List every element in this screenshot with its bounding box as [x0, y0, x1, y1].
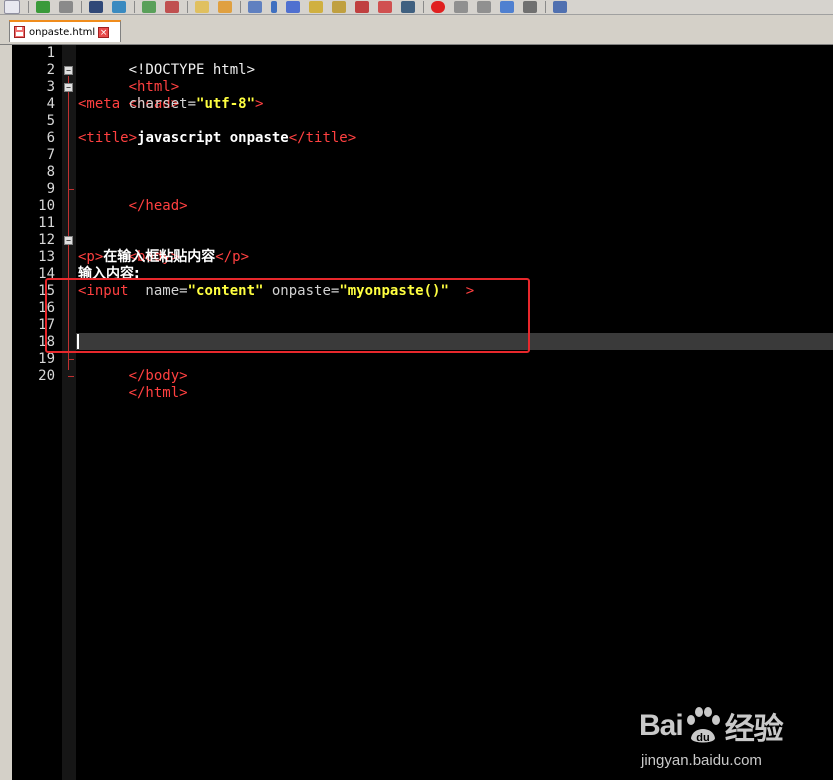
code-line-3: <head> [78, 79, 180, 112]
monitoring-icon[interactable] [401, 1, 415, 13]
line-number: 5 [46, 113, 55, 129]
meta-tag-close: > [255, 96, 264, 112]
line-number: 20 [38, 368, 55, 384]
tab-onpaste-html[interactable]: onpaste.html × [9, 20, 121, 42]
play-macro-icon[interactable] [477, 1, 491, 13]
watermark-brand-right: 经验 [724, 713, 784, 746]
code-line-4: <meta charset="utf-8"> [78, 96, 263, 113]
zoom-in-icon[interactable] [142, 1, 156, 13]
toolbar-separator [28, 1, 29, 13]
fold-body-icon[interactable]: − [64, 236, 73, 245]
record-macro-icon[interactable] [431, 1, 445, 13]
toolbar [0, 0, 833, 15]
code-line-13: <p>在输入框粘贴内容</p> [78, 249, 249, 266]
title-close-tag: </title> [288, 130, 357, 146]
line-number: 4 [46, 96, 55, 112]
tab-bar: onpaste.html × [0, 15, 833, 45]
code-line-6: <title>javascript onpaste</title> [78, 130, 356, 147]
svg-text:du: du [696, 732, 709, 744]
line-number: 10 [38, 198, 55, 214]
p-close-tag: </p> [215, 249, 250, 265]
word-wrap-icon[interactable] [248, 1, 262, 13]
line-number: 2 [46, 62, 55, 78]
tab-close-icon[interactable]: × [98, 26, 110, 38]
title-open-tag: <title> [78, 130, 138, 146]
sync-vertical-icon[interactable] [195, 1, 209, 13]
line-number: 7 [46, 147, 55, 163]
code-line-20: </html> [78, 368, 188, 401]
fold-html-icon[interactable]: − [64, 66, 73, 75]
annotation-highlight-box [45, 278, 530, 353]
baidu-jingyan-watermark: Bai du 经验 jingyan.baidu.com [639, 702, 819, 772]
line-number: 1 [46, 45, 55, 61]
fold-margin: − − − [62, 45, 76, 780]
watermark-brand-left: Bai [639, 709, 684, 742]
redo-icon[interactable] [59, 1, 73, 13]
line-number: 8 [46, 164, 55, 180]
tab-label: onpaste.html [29, 26, 96, 38]
user-lang-icon[interactable] [309, 1, 323, 13]
doc-map-icon[interactable] [332, 1, 346, 13]
line-number: 12 [38, 232, 55, 248]
line-number: 3 [46, 79, 55, 95]
head-close-tag: </head> [128, 198, 188, 214]
new-file-icon[interactable] [4, 0, 20, 14]
save-macro-icon[interactable] [523, 1, 537, 13]
toolbar-separator [81, 1, 82, 13]
line-number: 19 [38, 351, 55, 367]
line-number: 13 [38, 249, 55, 265]
fold-end-marker [68, 376, 74, 377]
indent-guide-icon[interactable] [286, 1, 300, 13]
p-open-tag: <p> [78, 249, 104, 265]
code-line-12: <body> [78, 232, 180, 265]
fold-end-marker [68, 189, 74, 190]
watermark-url: jingyan.baidu.com [641, 752, 762, 769]
p-text: 在输入框粘贴内容 [103, 249, 216, 265]
toolbar-separator [423, 1, 424, 13]
stop-macro-icon[interactable] [454, 1, 468, 13]
toolbar-separator [187, 1, 188, 13]
run-macro-multiple-icon[interactable] [500, 1, 514, 13]
line-number: 11 [38, 215, 55, 231]
undo-icon[interactable] [36, 1, 50, 13]
fold-head-icon[interactable]: − [64, 83, 73, 92]
html-close-tag: </html> [128, 385, 188, 401]
zoom-out-icon[interactable] [165, 1, 179, 13]
meta-tag: <meta [78, 96, 121, 112]
run-icon[interactable] [553, 1, 567, 13]
line-number: 9 [46, 181, 55, 197]
charset-value: "utf-8" [196, 96, 256, 112]
charset-attr: charset= [120, 96, 197, 112]
code-line-1: <!DOCTYPE html> [78, 45, 255, 78]
folder-workspace-icon[interactable] [378, 1, 392, 13]
editor-left-border [0, 45, 12, 780]
print-icon[interactable] [89, 1, 103, 13]
code-area[interactable]: <!DOCTYPE html> <html> <head> <meta char… [76, 45, 833, 780]
title-text: javascript onpaste [137, 130, 289, 146]
baidu-logo: Bai du 经验 [639, 702, 819, 750]
file-modified-icon [14, 26, 25, 38]
line-number-gutter: 1 2 3 4 5 6 7 8 9 10 11 12 13 14 15 16 1… [12, 45, 62, 780]
toolbar-separator [240, 1, 241, 13]
fold-end-marker [68, 359, 74, 360]
line-number: 6 [46, 130, 55, 146]
code-line-9: </head> [78, 181, 188, 214]
code-line-19: </body> [78, 351, 188, 384]
editor[interactable]: 1 2 3 4 5 6 7 8 9 10 11 12 13 14 15 16 1… [0, 45, 833, 780]
function-list-icon[interactable] [355, 1, 369, 13]
replace-icon[interactable] [112, 1, 126, 13]
sync-horizontal-icon[interactable] [218, 1, 232, 13]
toolbar-separator [545, 1, 546, 13]
paw-icon: du [686, 707, 720, 744]
toolbar-separator [134, 1, 135, 13]
code-line-2: <html> [78, 62, 180, 95]
show-all-chars-icon[interactable] [271, 1, 277, 13]
